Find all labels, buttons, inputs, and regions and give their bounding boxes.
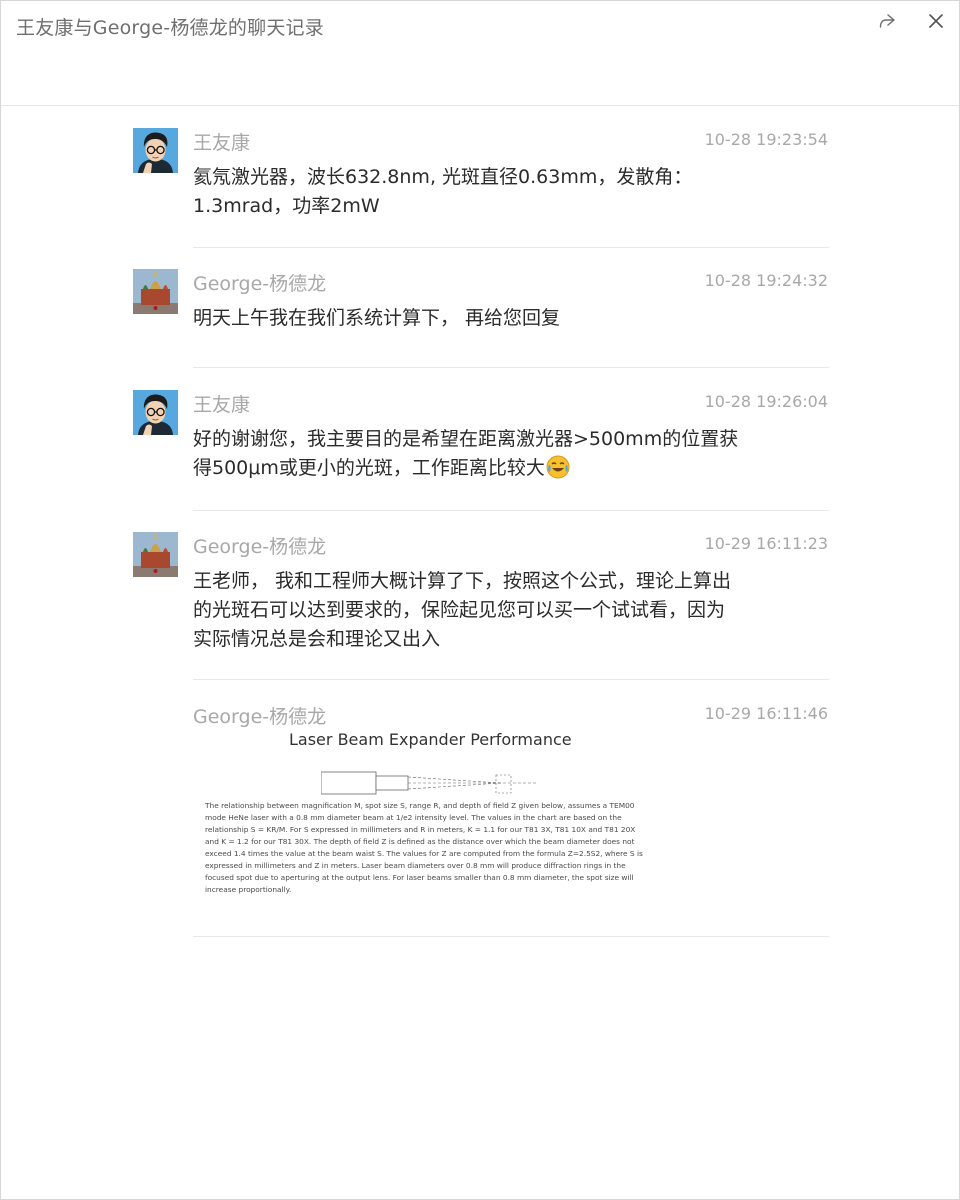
title-bar: 王友康与George-杨德龙的聊天记录: [1, 1, 959, 106]
message-line: 好的谢谢您，我主要目的是希望在距离激光器>500mm的位置获: [193, 428, 739, 450]
message-list[interactable]: 王友康 10-28 19:23:54 氦氖激光器，波长632.8nm, 光斑直径…: [1, 107, 959, 1199]
message-text: 王老师， 我和工程师大概计算了下，按照这个公式，理论上算出 的光斑石可以达到要求…: [193, 567, 808, 654]
avatar[interactable]: [133, 269, 178, 314]
sender-name: George-杨德龙: [193, 273, 327, 295]
message-text: 明天上午我在我们系统计算下， 再给您回复: [193, 304, 808, 333]
share-forward-icon[interactable]: [875, 9, 899, 33]
sender-name: George-杨德龙: [193, 536, 327, 558]
message-divider: [193, 936, 829, 937]
message-text: 好的谢谢您，我主要目的是希望在距离激光器>500mm的位置获 得500μm或更小…: [193, 425, 808, 488]
message-divider: [193, 247, 829, 248]
message-divider: [193, 510, 829, 511]
sender-name: George-杨德龙: [193, 706, 327, 728]
message-line-text: 得500μm或更小的光斑，工作距离比较大: [193, 457, 545, 479]
avatar[interactable]: [133, 128, 178, 173]
message-divider: [193, 679, 829, 680]
message-line: 明天上午我在我们系统计算下， 再给您回复: [193, 307, 561, 329]
attachment-title: Laser Beam Expander Performance: [289, 730, 572, 749]
message-line: 得500μm或更小的光斑，工作距离比较大: [193, 454, 808, 488]
sender-name: 王友康: [193, 132, 251, 154]
message-time: 10-28 19:24:32: [704, 271, 828, 290]
message-line: 王老师， 我和工程师大概计算了下，按照这个公式，理论上算出: [193, 570, 732, 592]
message-time: 10-29 16:11:23: [704, 534, 828, 553]
message-line: 1.3mrad，功率2mW: [193, 195, 380, 217]
laughing-crying-emoji-icon: [546, 455, 570, 488]
sender-name: 王友康: [193, 394, 251, 416]
message-time: 10-28 19:23:54: [704, 130, 828, 149]
message-time: 10-28 19:26:04: [704, 392, 828, 411]
message-line: 实际情况总是会和理论又出入: [193, 628, 441, 650]
window-title: 王友康与George-杨德龙的聊天记录: [16, 17, 324, 39]
close-icon[interactable]: [924, 9, 948, 33]
message-divider: [193, 367, 829, 368]
beam-expander-diagram-icon: [321, 771, 536, 795]
avatar[interactable]: [133, 390, 178, 435]
message-time: 10-29 16:11:46: [704, 704, 828, 723]
message-text: 氦氖激光器，波长632.8nm, 光斑直径0.63mm，发散角： 1.3mrad…: [193, 163, 808, 221]
message-line: 氦氖激光器，波长632.8nm, 光斑直径0.63mm，发散角：: [193, 166, 693, 188]
attachment-image[interactable]: Laser Beam Expander Performance The rela…: [193, 730, 653, 906]
avatar[interactable]: [133, 532, 178, 577]
message-line: 的光斑石可以达到要求的，保险起见您可以买一个试试看，因为: [193, 599, 726, 621]
attachment-body: The relationship between magnification M…: [205, 801, 643, 894]
